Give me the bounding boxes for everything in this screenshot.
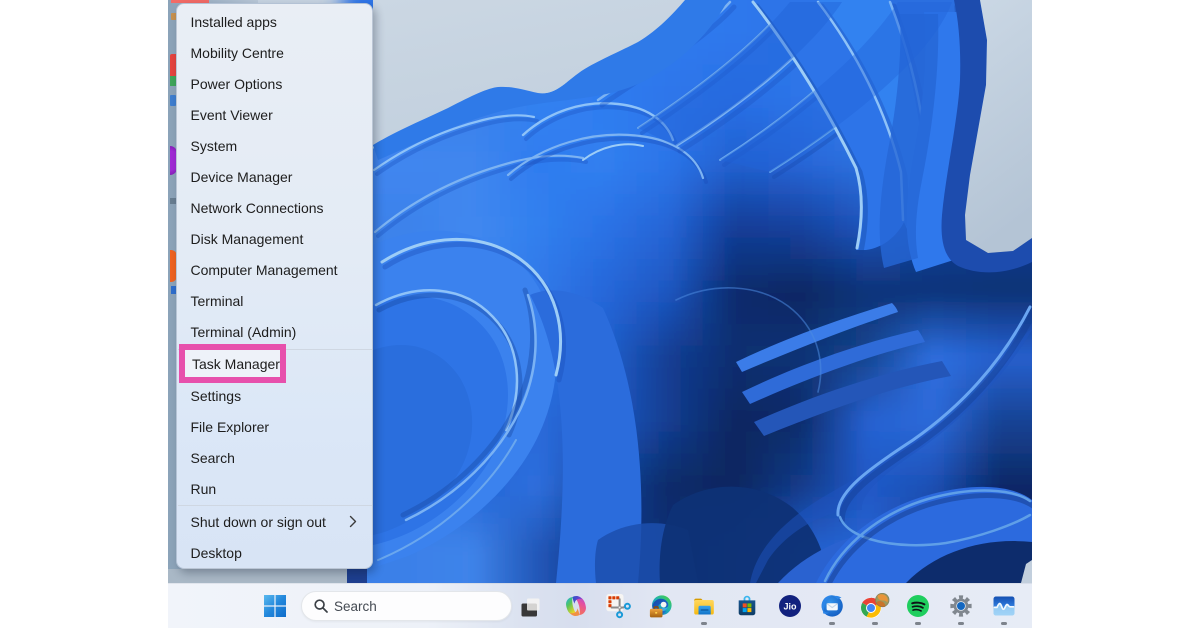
svg-text:Jio: Jio — [783, 601, 797, 611]
